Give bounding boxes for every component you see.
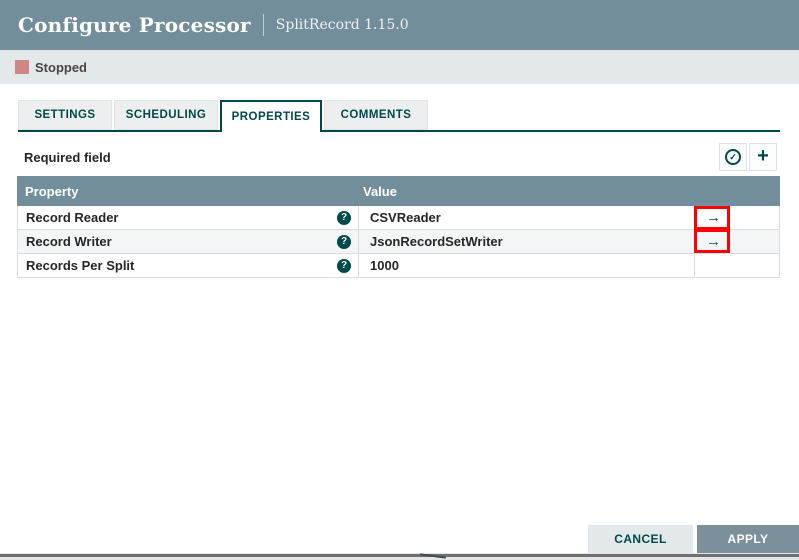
plus-icon: + xyxy=(757,146,769,166)
add-property-button[interactable]: + xyxy=(749,143,777,171)
tab-comments-label: COMMENTS xyxy=(341,109,412,121)
apply-button[interactable]: APPLY xyxy=(697,525,799,553)
tab-bar: SETTINGS SCHEDULING PROPERTIES COMMENTS xyxy=(18,100,780,132)
property-name-cell: Record Reader ? xyxy=(18,206,358,229)
property-value-cell[interactable]: CSVReader xyxy=(358,206,694,229)
help-icon[interactable]: ? xyxy=(337,211,351,225)
property-value: CSVReader xyxy=(370,210,441,225)
title-divider xyxy=(263,14,264,36)
processor-name-version: SplitRecord 1.15.0 xyxy=(276,17,409,33)
run-status-bar: Stopped xyxy=(0,50,799,84)
status-label: Stopped xyxy=(35,60,87,75)
tab-properties-label: PROPERTIES xyxy=(232,111,311,123)
tab-settings-label: SETTINGS xyxy=(34,109,95,121)
dialog-title: Configure Processor xyxy=(18,13,251,37)
table-row-records-per-split[interactable]: Records Per Split ? 1000 xyxy=(17,254,780,278)
column-header-value: Value xyxy=(357,184,780,199)
property-name: Records Per Split xyxy=(26,258,134,273)
stopped-status-icon xyxy=(15,60,29,74)
tab-settings[interactable]: SETTINGS xyxy=(18,100,112,130)
table-row-record-reader[interactable]: Record Reader ? CSVReader → xyxy=(17,206,780,230)
canvas-gridline xyxy=(0,554,799,557)
help-icon[interactable]: ? xyxy=(337,235,351,249)
tab-comments[interactable]: COMMENTS xyxy=(324,100,428,130)
column-header-property: Property xyxy=(17,184,357,199)
table-row-record-writer[interactable]: Record Writer ? JsonRecordSetWriter → xyxy=(17,230,780,254)
verify-properties-button[interactable]: ✓ xyxy=(719,143,747,171)
goto-service-arrow-icon[interactable]: → xyxy=(706,234,721,249)
property-name: Record Writer xyxy=(26,234,112,249)
tab-properties[interactable]: PROPERTIES xyxy=(220,100,322,132)
tab-scheduling-label: SCHEDULING xyxy=(126,109,207,121)
property-value-cell[interactable]: JsonRecordSetWriter xyxy=(358,230,694,253)
apply-button-label: APPLY xyxy=(728,532,769,546)
property-name-cell: Records Per Split ? xyxy=(18,254,358,277)
required-field-label: Required field xyxy=(24,150,111,165)
property-value: 1000 xyxy=(370,258,399,273)
goto-service-arrow-icon[interactable]: → xyxy=(706,210,721,225)
cancel-button[interactable]: CANCEL xyxy=(588,525,693,553)
check-circle-icon: ✓ xyxy=(725,149,741,165)
dialog-header: Configure Processor SplitRecord 1.15.0 xyxy=(0,0,799,50)
property-value-cell[interactable]: 1000 xyxy=(358,254,694,277)
help-icon[interactable]: ? xyxy=(337,259,351,273)
canvas-background-strip xyxy=(0,553,799,560)
goto-service-cell xyxy=(694,254,779,277)
property-value: JsonRecordSetWriter xyxy=(370,234,503,249)
cancel-button-label: CANCEL xyxy=(614,532,666,546)
table-header-row: Property Value xyxy=(17,176,780,206)
properties-table: Property Value Record Reader ? CSVReader… xyxy=(17,176,780,278)
property-name-cell: Record Writer ? xyxy=(18,230,358,253)
goto-service-cell: → xyxy=(694,230,779,253)
goto-service-cell: → xyxy=(694,206,779,229)
tab-scheduling[interactable]: SCHEDULING xyxy=(114,100,218,130)
property-name: Record Reader xyxy=(26,210,118,225)
